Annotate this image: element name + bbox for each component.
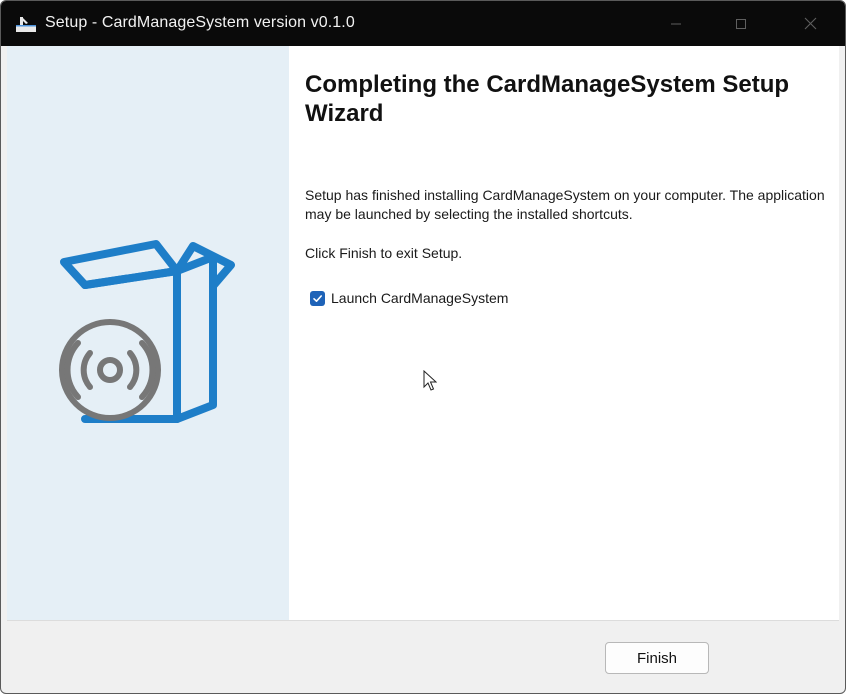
mouse-cursor-icon [423, 369, 438, 397]
checkbox-checked-icon[interactable] [310, 290, 325, 306]
page-title: Completing the CardManageSystem Setup Wi… [305, 71, 790, 127]
finish-message: Setup has finished installing CardManage… [305, 187, 825, 222]
setup-window: Setup - CardManageSystem version v0.1.0 [0, 0, 846, 694]
launch-app-label[interactable]: Launch CardManageSystem [331, 290, 508, 306]
finish-instruction: Click Finish to exit Setup. [305, 245, 463, 261]
wizard-footer: Finish [7, 620, 839, 689]
wizard-content-panel: Completing the CardManageSystem Setup Wi… [289, 46, 839, 620]
minimize-icon [670, 18, 682, 30]
wizard-side-panel [7, 46, 289, 620]
title-bar[interactable]: Setup - CardManageSystem version v0.1.0 [1, 1, 845, 46]
maximize-button[interactable] [707, 1, 775, 46]
finish-button[interactable]: Finish [605, 642, 709, 674]
minimize-button[interactable] [642, 1, 710, 46]
close-icon [804, 17, 817, 30]
window-title: Setup - CardManageSystem version v0.1.0 [45, 14, 355, 31]
installer-icon [15, 15, 37, 33]
close-button[interactable] [776, 1, 844, 46]
maximize-icon [735, 18, 747, 30]
launch-app-checkbox[interactable]: Launch CardManageSystem [310, 290, 508, 306]
software-box-disc-icon [59, 240, 235, 423]
